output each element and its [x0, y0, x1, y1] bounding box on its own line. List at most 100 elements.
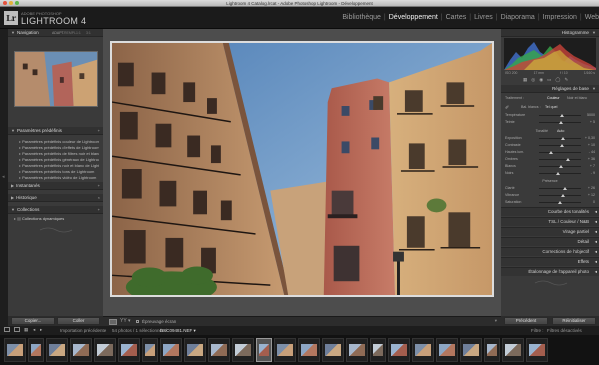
filmstrip-thumbnail[interactable] [274, 338, 296, 362]
slider-value[interactable]: + 26 [588, 186, 595, 190]
slider-track[interactable] [539, 137, 581, 140]
module-develop[interactable]: Développement [389, 14, 438, 21]
before-after-icon[interactable]: YY ▾ [120, 318, 130, 324]
slider-knob[interactable] [559, 165, 564, 168]
slider-value[interactable]: 5000 [587, 113, 595, 117]
copy-button[interactable]: Copier... [11, 317, 55, 325]
source-label[interactable]: Importation précédente [60, 328, 106, 333]
slider-track[interactable] [539, 165, 581, 168]
main-photo[interactable] [110, 41, 494, 297]
slider-row[interactable]: Teinte + 5 [505, 120, 595, 126]
spot-removal-icon[interactable]: ◎ [531, 77, 535, 83]
module-web[interactable]: Web [585, 14, 599, 21]
slider-value[interactable]: + 5 [590, 120, 595, 124]
filename-label[interactable]: DSC09481.NEF ▾ [160, 328, 196, 334]
slider-row[interactable]: Noirs - 9 [505, 171, 595, 177]
slider-value[interactable]: + 36 [588, 157, 595, 161]
second-window-2-icon[interactable] [14, 327, 20, 332]
filmstrip-thumbnail[interactable] [160, 338, 182, 362]
filmstrip-thumbnail[interactable] [412, 338, 434, 362]
slider-track[interactable] [539, 194, 581, 197]
brush-icon[interactable]: ✎ [564, 77, 568, 83]
red-eye-icon[interactable]: ◉ [539, 77, 543, 83]
treatment-bw[interactable]: Noir et blanc [567, 96, 587, 100]
add-snapshot-icon[interactable]: + [98, 183, 100, 188]
slider-knob[interactable] [558, 121, 563, 124]
slider-track[interactable] [539, 121, 581, 124]
add-collection-icon[interactable]: + [98, 207, 100, 212]
second-window-icon[interactable] [4, 327, 10, 332]
slider-knob[interactable] [548, 151, 553, 154]
slider-row[interactable]: Exposition + 0,30 [505, 136, 595, 142]
filmstrip-thumbnail[interactable] [526, 338, 548, 362]
slider-track[interactable] [539, 114, 581, 117]
histogram-header[interactable]: Histogramme ▼ [501, 29, 599, 37]
slider-value[interactable]: 0 [593, 200, 595, 204]
slider-knob[interactable] [565, 158, 570, 161]
filmstrip-thumbnail[interactable] [208, 338, 230, 362]
collection-item[interactable]: ▸ ▤ Collections dynamiques [14, 216, 64, 221]
snapshots-header[interactable]: ▶ Instantanés + [8, 182, 103, 190]
history-header[interactable]: ▶ Historique × [8, 194, 103, 202]
navigator-preview[interactable] [14, 51, 98, 107]
back-arrow-icon[interactable]: ◂ [33, 327, 35, 333]
slider-knob[interactable] [558, 201, 562, 204]
wb-dropdown[interactable]: Tel quel [545, 105, 557, 109]
filmstrip-thumbnail[interactable] [256, 338, 272, 362]
clear-history-icon[interactable]: × [98, 195, 100, 200]
slider-track[interactable] [539, 158, 581, 161]
filmstrip-thumbnail[interactable] [388, 338, 410, 362]
filmstrip-thumbnail[interactable] [460, 338, 482, 362]
forward-arrow-icon[interactable]: ▸ [40, 327, 42, 333]
filmstrip-thumbnail[interactable] [484, 338, 500, 362]
module-book[interactable]: Livres [474, 14, 493, 21]
panel-section-header[interactable]: Étalonnage de l'appareil photo ◂ [501, 267, 599, 276]
slider-knob[interactable] [556, 172, 561, 175]
slider-track[interactable] [539, 201, 581, 204]
filmstrip-thumbnail[interactable] [94, 338, 116, 362]
slider-track[interactable] [539, 187, 581, 190]
module-slideshow[interactable]: Diaporama [501, 14, 535, 21]
zoom-fit[interactable]: ADAPT. [52, 31, 64, 35]
collections-header[interactable]: ▼ Collections + [8, 206, 103, 214]
slider-value[interactable]: + 0,30 [585, 136, 595, 140]
filmstrip-thumbnail[interactable] [436, 338, 458, 362]
module-map[interactable]: Cartes [446, 14, 467, 21]
toolbar-menu-icon[interactable]: ▾ [495, 318, 497, 324]
filmstrip-thumbnail[interactable] [70, 338, 92, 362]
slider-knob[interactable] [563, 187, 568, 190]
filmstrip-thumbnail[interactable] [298, 338, 320, 362]
slider-row[interactable]: Clarté + 26 [505, 186, 595, 192]
slider-row[interactable]: Saturation 0 [505, 200, 595, 206]
basic-header[interactable]: Réglages de base ▼ [501, 85, 599, 93]
slider-knob[interactable] [560, 144, 565, 147]
filmstrip-thumbnail[interactable] [46, 338, 68, 362]
slider-value[interactable]: - 44 [589, 150, 595, 154]
slider-track[interactable] [539, 151, 581, 154]
filmstrip-thumbnail[interactable] [4, 338, 26, 362]
panel-section-header[interactable]: TSL / Couleur / N&B ◂ [501, 217, 599, 226]
zoom-3-1[interactable]: 3:1 [86, 31, 91, 35]
filmstrip-thumbnail[interactable] [322, 338, 344, 362]
filter-dropdown[interactable]: Filtres désactivés [547, 328, 582, 333]
panel-section-header[interactable]: Virage partiel ◂ [501, 227, 599, 236]
loupe-view-icon[interactable] [109, 319, 117, 325]
panel-section-header[interactable]: Corrections de l'objectif ◂ [501, 247, 599, 256]
slider-row[interactable]: Ombres + 36 [505, 157, 595, 163]
filmstrip-thumbnail[interactable] [346, 338, 368, 362]
zoom-1-1[interactable]: 1:1 [76, 31, 81, 35]
filmstrip-thumbnail[interactable] [142, 338, 158, 362]
treatment-color[interactable]: Couleur [547, 96, 560, 100]
panel-section-header[interactable]: Effets ◂ [501, 257, 599, 266]
slider-row[interactable]: Vibrance + 12 [505, 193, 595, 199]
slider-row[interactable]: Température 5000 [505, 113, 595, 119]
slider-row[interactable]: Hautes lum. - 44 [505, 150, 595, 156]
slider-row[interactable]: Contraste + 10 [505, 143, 595, 149]
module-print[interactable]: Impression [543, 14, 577, 21]
slider-knob[interactable] [560, 194, 565, 197]
presets-header[interactable]: ▼ Paramètres prédéfinis + [8, 127, 103, 135]
slider-row[interactable]: Blancs + 7 [505, 164, 595, 170]
filmstrip-thumbnail[interactable] [184, 338, 206, 362]
slider-value[interactable]: + 7 [590, 164, 595, 168]
crop-tool-icon[interactable]: ▦ [523, 77, 527, 83]
